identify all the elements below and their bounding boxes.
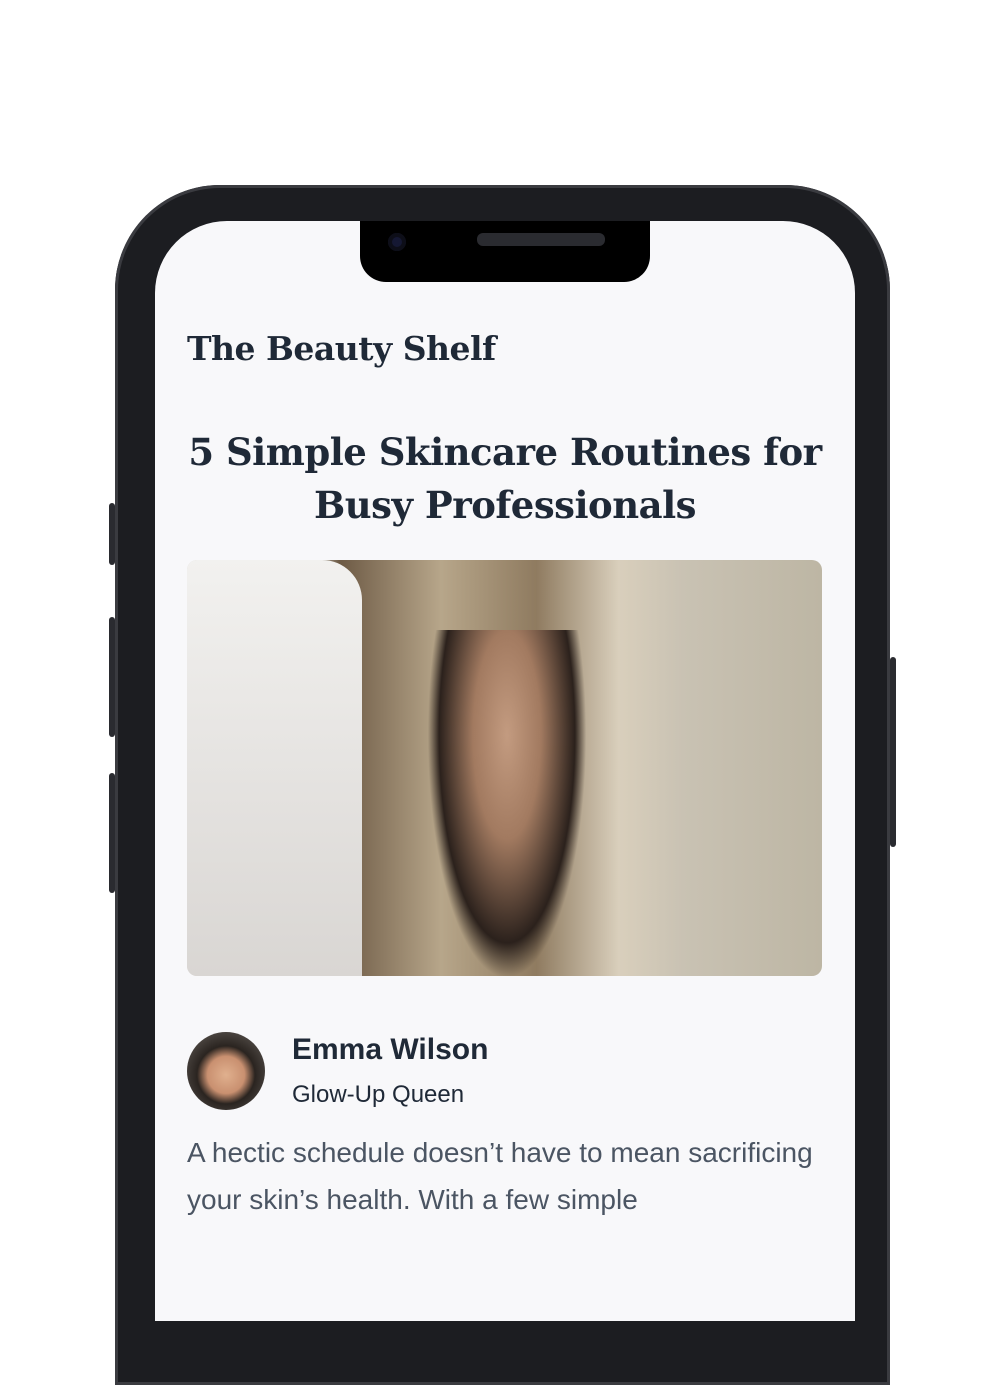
hero-image (187, 560, 822, 976)
screen: The Beauty Shelf 5 Simple Skincare Routi… (155, 221, 855, 1321)
power-button (890, 657, 896, 847)
side-button (109, 503, 115, 565)
speaker (477, 233, 605, 246)
author-role: Glow-Up Queen (292, 1081, 465, 1108)
hero-image-subject (427, 630, 587, 976)
article-intro: A hectic schedule doesn’t have to mean s… (187, 1137, 813, 1215)
volume-down-button (109, 773, 115, 893)
author-name[interactable]: Emma Wilson (292, 1033, 488, 1067)
author-avatar[interactable] (187, 1032, 265, 1110)
brand-logo[interactable]: The Beauty Shelf (187, 329, 496, 368)
notch (360, 221, 650, 282)
phone-frame: The Beauty Shelf 5 Simple Skincare Routi… (109, 185, 896, 1385)
volume-up-button (109, 617, 115, 737)
article-title: 5 Simple Skincare Routines for Busy Prof… (188, 430, 822, 527)
camera (388, 233, 406, 251)
hero-image-foreground (187, 560, 362, 976)
